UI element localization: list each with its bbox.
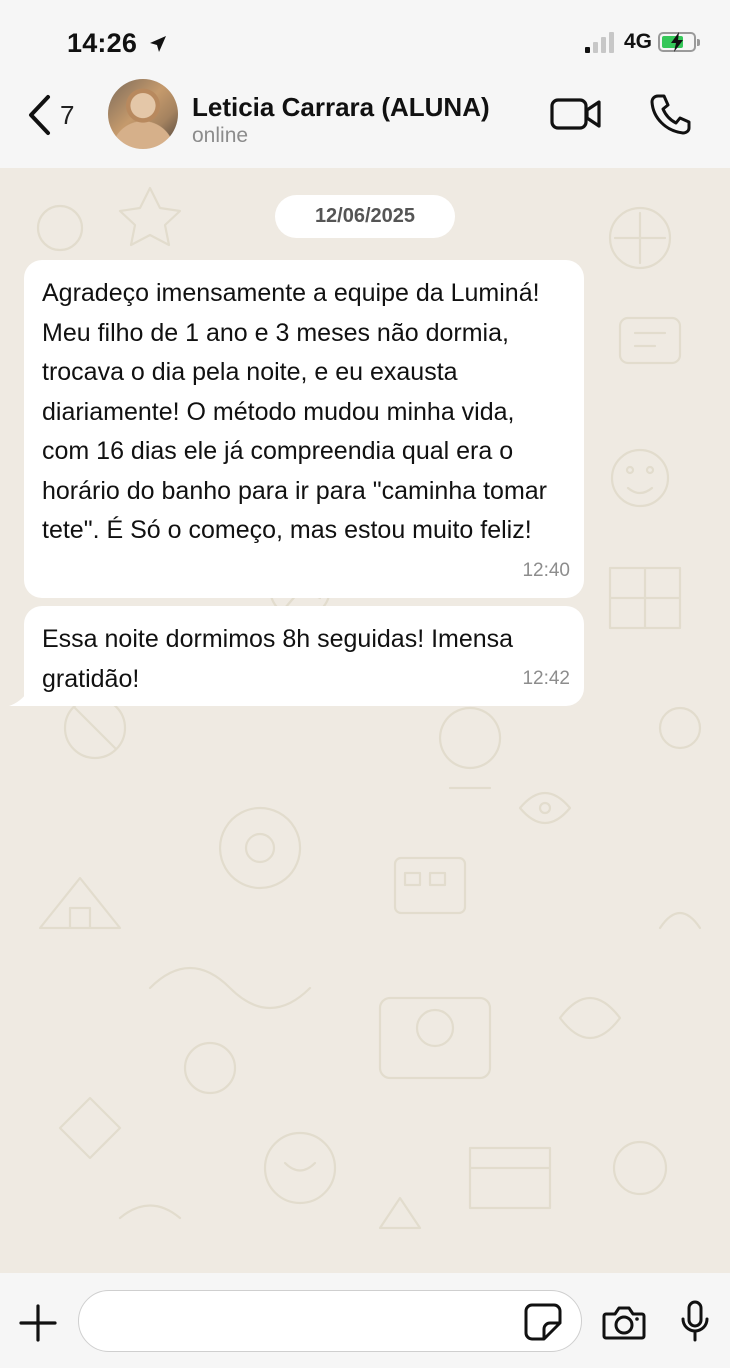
unread-count: 7 bbox=[60, 99, 75, 130]
mic-icon[interactable] bbox=[680, 1300, 710, 1342]
location-arrow-icon bbox=[150, 36, 166, 52]
status-bar: 14:26 4G bbox=[0, 0, 730, 78]
signal-icon bbox=[584, 31, 614, 53]
plus-icon[interactable] bbox=[18, 1303, 58, 1343]
status-indicators: 4G bbox=[584, 30, 700, 54]
message-bubble[interactable]: Essa noite dormimos 8h seguidas! Imensa … bbox=[24, 606, 584, 706]
contact-name[interactable]: Leticia Carrara (ALUNA) bbox=[192, 92, 490, 123]
message-text: Agradeço imensamente a equipe da Luminá!… bbox=[42, 279, 547, 544]
bubble-tail bbox=[9, 690, 29, 706]
status-time: 14:26 bbox=[67, 28, 138, 58]
back-chevron-icon bbox=[29, 95, 50, 135]
input-bar bbox=[0, 1273, 730, 1368]
back-button[interactable]: 7 bbox=[26, 92, 96, 138]
battery-charging-icon bbox=[658, 32, 700, 52]
contact-status: online bbox=[192, 124, 249, 147]
chat-header: 7 Leticia Carrara (ALUNA) online bbox=[0, 78, 730, 168]
chat-area[interactable]: 12/06/2025 Agradeço imensamente a equipe… bbox=[0, 168, 730, 1273]
video-call-icon[interactable] bbox=[550, 96, 602, 132]
network-type: 4G bbox=[623, 30, 652, 53]
camera-icon[interactable] bbox=[602, 1306, 646, 1340]
sticker-icon[interactable] bbox=[524, 1303, 562, 1341]
message-bubble[interactable]: Agradeço imensamente a equipe da Luminá!… bbox=[24, 260, 584, 598]
message-text: Essa noite dormimos 8h seguidas! Imensa … bbox=[42, 625, 514, 693]
phone-icon[interactable] bbox=[648, 92, 692, 136]
avatar[interactable] bbox=[108, 79, 178, 149]
date-separator: 12/06/2025 bbox=[275, 195, 455, 238]
message-time: 12:40 bbox=[522, 559, 570, 581]
message-input[interactable] bbox=[78, 1290, 582, 1352]
message-time: 12:42 bbox=[522, 667, 570, 689]
